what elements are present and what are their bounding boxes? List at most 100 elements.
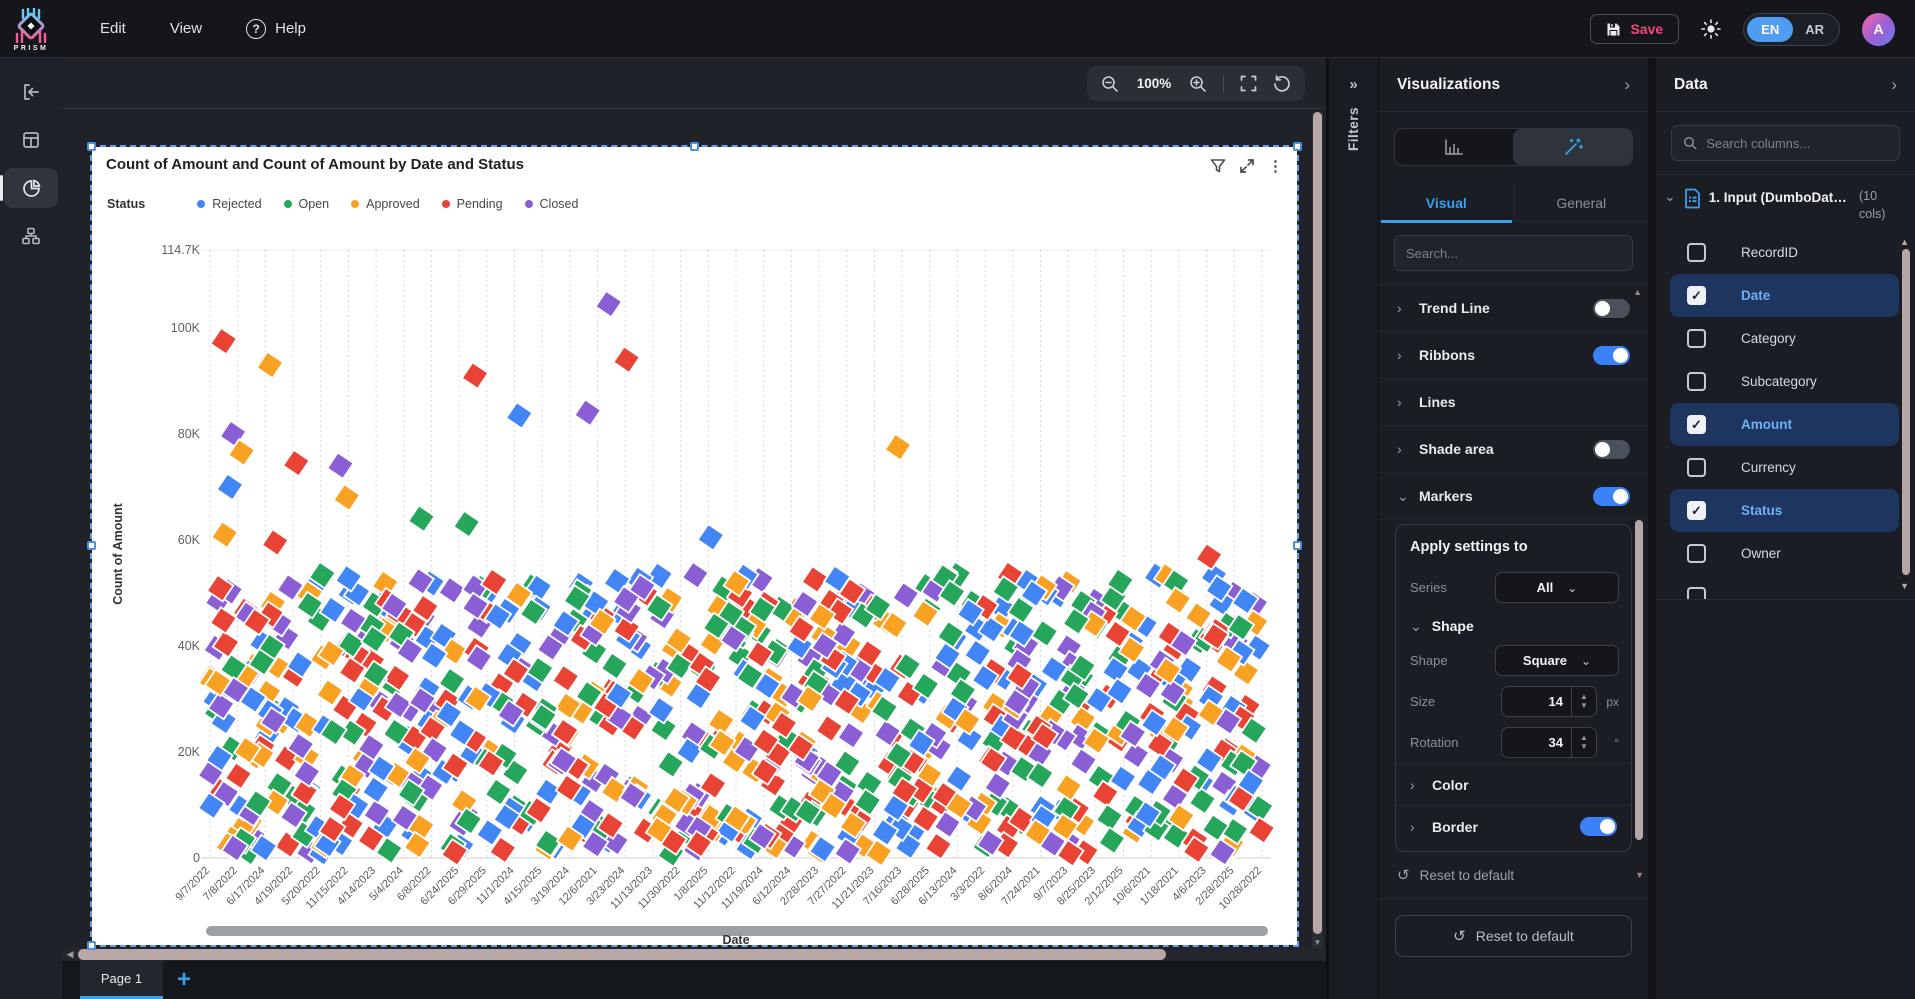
column-row-subcategory[interactable]: Subcategory (1670, 360, 1899, 403)
zoom-in-button[interactable] (1189, 75, 1207, 93)
scroll-down-cue-icon[interactable]: ▼ (1900, 581, 1909, 591)
column-row-owner[interactable]: Owner (1670, 532, 1899, 575)
vertical-scroll-thumb[interactable] (1313, 112, 1322, 934)
page-tab-1[interactable]: Page 1 (80, 961, 163, 999)
reset-to-default-button[interactable]: ↺ Reset to default (1395, 915, 1632, 957)
size-stepper[interactable]: ▲ ▼ (1571, 686, 1597, 717)
column-row-currency[interactable]: Currency (1670, 446, 1899, 489)
menu-edit[interactable]: Edit (100, 20, 126, 37)
column-row-partial[interactable] (1670, 575, 1899, 599)
tab-visual[interactable]: Visual (1379, 184, 1514, 221)
viz-search[interactable] (1394, 235, 1633, 271)
reset-to-default-link[interactable]: ↺ Reset to default ▼ (1379, 852, 1648, 898)
setting-markers[interactable]: ⌄Markers (1379, 473, 1648, 520)
user-avatar[interactable]: A (1862, 13, 1895, 46)
menu-help[interactable]: ? Help (246, 19, 306, 39)
data-search[interactable] (1671, 125, 1900, 161)
legend-item-rejected[interactable]: Rejected (197, 197, 261, 211)
fit-screen-button[interactable] (1240, 75, 1257, 92)
selection-handle-top-left[interactable] (87, 142, 96, 151)
save-button[interactable]: Save (1590, 14, 1679, 44)
chart-expand-button[interactable] (1239, 158, 1255, 174)
column-checkbox[interactable] (1687, 587, 1706, 599)
reset-view-button[interactable] (1273, 75, 1291, 93)
scroll-down-arrow-icon[interactable]: ▼ (1312, 938, 1323, 947)
app-logo[interactable]: PRISM (0, 6, 62, 52)
viz-mode-chart-button[interactable] (1395, 129, 1513, 165)
column-row-date[interactable]: ✓Date (1670, 274, 1899, 317)
viz-panel-scrollbar[interactable] (1635, 520, 1643, 840)
column-row-status[interactable]: ✓Status (1670, 489, 1899, 532)
setting-shade-area[interactable]: ›Shade area (1379, 426, 1648, 473)
stepper-up-icon[interactable]: ▲ (1580, 734, 1588, 742)
canvas-horizontal-scrollbar[interactable]: ◀ (62, 948, 1326, 961)
collapse-panel-icon[interactable]: › (1624, 76, 1630, 93)
rail-collapse-button[interactable] (4, 72, 58, 112)
series-select[interactable]: All ⌄ (1495, 572, 1619, 603)
column-checkbox[interactable]: ✓ (1687, 415, 1706, 434)
filters-label[interactable]: Filters (1346, 107, 1361, 151)
data-search-input[interactable] (1706, 136, 1888, 151)
shape-section-header[interactable]: ⌄ Shape (1396, 608, 1631, 640)
stepper-down-icon[interactable]: ▼ (1580, 702, 1588, 710)
column-checkbox[interactable] (1687, 329, 1706, 348)
lang-ar[interactable]: AR (1793, 17, 1836, 42)
legend-item-closed[interactable]: Closed (525, 197, 579, 211)
horizontal-scroll-thumb[interactable] (78, 949, 1166, 960)
table-tree-item[interactable]: ⌄ 1. Input (DumboData.... (10 cols) (1656, 175, 1915, 231)
trend-line-toggle[interactable] (1593, 299, 1630, 318)
shade-area-toggle[interactable] (1593, 440, 1630, 459)
border-section-row[interactable]: › Border (1396, 805, 1631, 847)
selection-handle-right-center[interactable] (1293, 541, 1302, 550)
size-input[interactable]: 14 (1501, 686, 1571, 717)
add-page-button[interactable]: + (177, 968, 191, 992)
legend-item-approved[interactable]: Approved (351, 197, 420, 211)
menu-view[interactable]: View (170, 20, 202, 37)
border-toggle[interactable] (1580, 817, 1617, 836)
shape-select[interactable]: Square ⌄ (1495, 645, 1619, 676)
lang-en[interactable]: EN (1747, 17, 1793, 42)
markers-toggle[interactable] (1593, 487, 1630, 506)
setting-trend-line[interactable]: ›Trend Line (1379, 285, 1648, 332)
data-panel-scrollbar[interactable] (1902, 249, 1910, 575)
scroll-down-cue-icon[interactable]: ▼ (1635, 870, 1644, 880)
column-checkbox[interactable] (1687, 458, 1706, 477)
zoom-out-button[interactable] (1101, 75, 1119, 93)
column-checkbox[interactable]: ✓ (1687, 501, 1706, 520)
selection-handle-top-right[interactable] (1293, 142, 1302, 151)
theme-brightness-button[interactable] (1701, 19, 1721, 39)
scroll-up-cue-icon[interactable]: ▲ (1633, 287, 1642, 297)
column-row-amount[interactable]: ✓Amount (1670, 403, 1899, 446)
rotation-stepper[interactable]: ▲ ▼ (1571, 727, 1597, 758)
rail-flow-button[interactable] (4, 216, 58, 256)
stepper-down-icon[interactable]: ▼ (1580, 743, 1588, 751)
setting-lines[interactable]: ›Lines (1379, 379, 1648, 426)
column-row-recordid[interactable]: RecordID (1670, 231, 1899, 274)
chart-more-button[interactable]: ⋮ (1268, 157, 1283, 175)
tab-general[interactable]: General (1514, 184, 1649, 221)
scroll-left-arrow-icon[interactable]: ◀ (62, 949, 78, 960)
selection-handle-left-center[interactable] (87, 541, 96, 550)
collapse-panel-icon[interactable]: › (1891, 76, 1897, 93)
viz-search-input[interactable] (1406, 246, 1621, 261)
column-checkbox[interactable]: ✓ (1687, 286, 1706, 305)
chart-filter-button[interactable] (1210, 158, 1226, 174)
scroll-up-cue-icon[interactable]: ▲ (1900, 237, 1909, 247)
chart-widget[interactable]: 020K40K60K80K100K114.7KCount of Amount9/… (92, 147, 1297, 945)
rotation-input[interactable]: 34 (1501, 727, 1571, 758)
filters-expand-icon[interactable]: » (1349, 76, 1357, 93)
selection-handle-top-center[interactable] (690, 142, 699, 151)
column-row-category[interactable]: Category (1670, 317, 1899, 360)
canvas-vertical-scrollbar[interactable]: ▼ (1312, 112, 1323, 999)
color-section-row[interactable]: › Color (1396, 763, 1631, 805)
language-toggle[interactable]: EN AR (1743, 13, 1840, 46)
legend-item-open[interactable]: Open (284, 197, 330, 211)
stepper-up-icon[interactable]: ▲ (1580, 693, 1588, 701)
viz-mode-magic-button[interactable] (1513, 129, 1632, 165)
legend-item-pending[interactable]: Pending (442, 197, 503, 211)
chevron-down-icon[interactable]: ⌄ (1664, 187, 1676, 203)
setting-ribbons[interactable]: ›Ribbons (1379, 332, 1648, 379)
ribbons-toggle[interactable] (1593, 346, 1630, 365)
column-checkbox[interactable] (1687, 243, 1706, 262)
column-checkbox[interactable] (1687, 372, 1706, 391)
